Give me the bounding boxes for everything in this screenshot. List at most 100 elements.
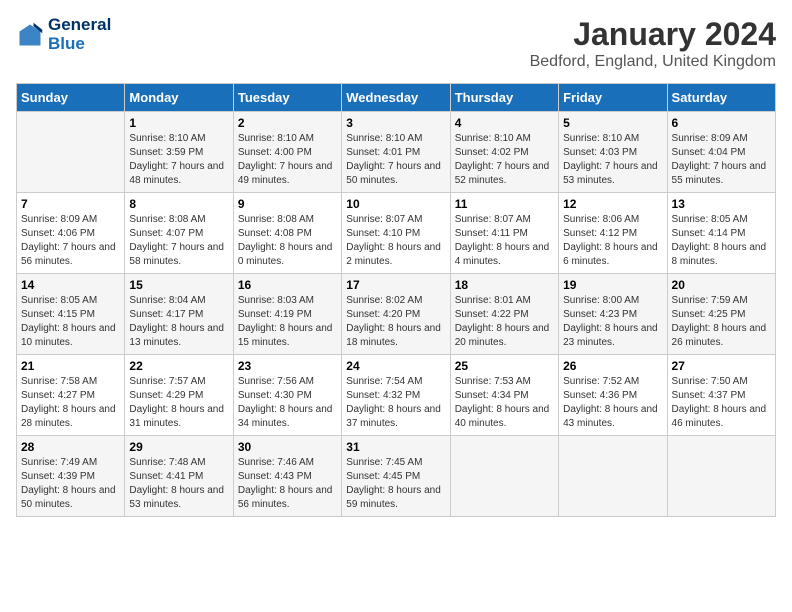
title-section: January 2024 Bedford, England, United Ki… [530, 16, 776, 71]
day-number: 10 [346, 197, 445, 211]
day-info: Sunrise: 8:06 AMSunset: 4:12 PMDaylight:… [563, 213, 662, 269]
calendar-cell [17, 112, 125, 193]
day-number: 25 [455, 359, 554, 373]
day-info: Sunrise: 7:57 AMSunset: 4:29 PMDaylight:… [129, 375, 228, 431]
day-number: 19 [563, 278, 662, 292]
day-number: 8 [129, 197, 228, 211]
calendar-cell: 16 Sunrise: 8:03 AMSunset: 4:19 PMDaylig… [233, 274, 341, 355]
day-number: 12 [563, 197, 662, 211]
calendar-cell: 15 Sunrise: 8:04 AMSunset: 4:17 PMDaylig… [125, 274, 233, 355]
logo: General Blue [16, 16, 111, 53]
day-number: 27 [672, 359, 771, 373]
day-info: Sunrise: 8:05 AMSunset: 4:15 PMDaylight:… [21, 294, 120, 350]
day-number: 1 [129, 116, 228, 130]
calendar-cell: 6 Sunrise: 8:09 AMSunset: 4:04 PMDayligh… [667, 112, 775, 193]
calendar-week-row: 21 Sunrise: 7:58 AMSunset: 4:27 PMDaylig… [17, 355, 776, 436]
day-header-tuesday: Tuesday [233, 84, 341, 112]
day-number: 3 [346, 116, 445, 130]
day-header-monday: Monday [125, 84, 233, 112]
day-info: Sunrise: 8:05 AMSunset: 4:14 PMDaylight:… [672, 213, 771, 269]
day-info: Sunrise: 8:09 AMSunset: 4:06 PMDaylight:… [21, 213, 120, 269]
day-header-saturday: Saturday [667, 84, 775, 112]
calendar-cell: 17 Sunrise: 8:02 AMSunset: 4:20 PMDaylig… [342, 274, 450, 355]
calendar-cell [667, 436, 775, 517]
day-info: Sunrise: 8:03 AMSunset: 4:19 PMDaylight:… [238, 294, 337, 350]
day-info: Sunrise: 8:10 AMSunset: 3:59 PMDaylight:… [129, 132, 228, 188]
calendar-table: SundayMondayTuesdayWednesdayThursdayFrid… [16, 83, 776, 517]
calendar-week-row: 7 Sunrise: 8:09 AMSunset: 4:06 PMDayligh… [17, 193, 776, 274]
day-info: Sunrise: 7:53 AMSunset: 4:34 PMDaylight:… [455, 375, 554, 431]
location-title: Bedford, England, United Kingdom [530, 53, 776, 71]
day-info: Sunrise: 8:07 AMSunset: 4:10 PMDaylight:… [346, 213, 445, 269]
day-number: 13 [672, 197, 771, 211]
calendar-cell: 24 Sunrise: 7:54 AMSunset: 4:32 PMDaylig… [342, 355, 450, 436]
day-info: Sunrise: 7:58 AMSunset: 4:27 PMDaylight:… [21, 375, 120, 431]
day-info: Sunrise: 7:48 AMSunset: 4:41 PMDaylight:… [129, 456, 228, 512]
page-header: General Blue January 2024 Bedford, Engla… [16, 16, 776, 71]
logo-icon [16, 21, 44, 49]
day-info: Sunrise: 7:54 AMSunset: 4:32 PMDaylight:… [346, 375, 445, 431]
calendar-cell: 29 Sunrise: 7:48 AMSunset: 4:41 PMDaylig… [125, 436, 233, 517]
day-info: Sunrise: 7:45 AMSunset: 4:45 PMDaylight:… [346, 456, 445, 512]
day-number: 26 [563, 359, 662, 373]
logo-text: General Blue [48, 16, 111, 53]
day-number: 30 [238, 440, 337, 454]
calendar-cell [559, 436, 667, 517]
day-info: Sunrise: 7:56 AMSunset: 4:30 PMDaylight:… [238, 375, 337, 431]
day-number: 21 [21, 359, 120, 373]
calendar-cell: 3 Sunrise: 8:10 AMSunset: 4:01 PMDayligh… [342, 112, 450, 193]
day-info: Sunrise: 7:49 AMSunset: 4:39 PMDaylight:… [21, 456, 120, 512]
day-info: Sunrise: 8:00 AMSunset: 4:23 PMDaylight:… [563, 294, 662, 350]
calendar-cell: 5 Sunrise: 8:10 AMSunset: 4:03 PMDayligh… [559, 112, 667, 193]
day-number: 11 [455, 197, 554, 211]
day-number: 7 [21, 197, 120, 211]
day-number: 2 [238, 116, 337, 130]
day-number: 9 [238, 197, 337, 211]
day-number: 23 [238, 359, 337, 373]
day-number: 5 [563, 116, 662, 130]
day-header-sunday: Sunday [17, 84, 125, 112]
calendar-cell: 2 Sunrise: 8:10 AMSunset: 4:00 PMDayligh… [233, 112, 341, 193]
calendar-cell: 7 Sunrise: 8:09 AMSunset: 4:06 PMDayligh… [17, 193, 125, 274]
day-number: 17 [346, 278, 445, 292]
day-number: 31 [346, 440, 445, 454]
day-number: 20 [672, 278, 771, 292]
day-info: Sunrise: 8:10 AMSunset: 4:01 PMDaylight:… [346, 132, 445, 188]
calendar-cell: 18 Sunrise: 8:01 AMSunset: 4:22 PMDaylig… [450, 274, 558, 355]
day-number: 24 [346, 359, 445, 373]
month-title: January 2024 [530, 16, 776, 53]
calendar-cell: 27 Sunrise: 7:50 AMSunset: 4:37 PMDaylig… [667, 355, 775, 436]
day-header-wednesday: Wednesday [342, 84, 450, 112]
calendar-cell: 14 Sunrise: 8:05 AMSunset: 4:15 PMDaylig… [17, 274, 125, 355]
day-info: Sunrise: 8:01 AMSunset: 4:22 PMDaylight:… [455, 294, 554, 350]
day-info: Sunrise: 8:04 AMSunset: 4:17 PMDaylight:… [129, 294, 228, 350]
day-info: Sunrise: 8:10 AMSunset: 4:02 PMDaylight:… [455, 132, 554, 188]
calendar-week-row: 28 Sunrise: 7:49 AMSunset: 4:39 PMDaylig… [17, 436, 776, 517]
day-number: 4 [455, 116, 554, 130]
calendar-cell [450, 436, 558, 517]
calendar-week-row: 14 Sunrise: 8:05 AMSunset: 4:15 PMDaylig… [17, 274, 776, 355]
calendar-cell: 30 Sunrise: 7:46 AMSunset: 4:43 PMDaylig… [233, 436, 341, 517]
day-info: Sunrise: 7:59 AMSunset: 4:25 PMDaylight:… [672, 294, 771, 350]
day-number: 22 [129, 359, 228, 373]
day-info: Sunrise: 8:08 AMSunset: 4:07 PMDaylight:… [129, 213, 228, 269]
calendar-cell: 25 Sunrise: 7:53 AMSunset: 4:34 PMDaylig… [450, 355, 558, 436]
calendar-cell: 19 Sunrise: 8:00 AMSunset: 4:23 PMDaylig… [559, 274, 667, 355]
calendar-cell: 22 Sunrise: 7:57 AMSunset: 4:29 PMDaylig… [125, 355, 233, 436]
calendar-cell: 21 Sunrise: 7:58 AMSunset: 4:27 PMDaylig… [17, 355, 125, 436]
day-number: 28 [21, 440, 120, 454]
calendar-cell: 20 Sunrise: 7:59 AMSunset: 4:25 PMDaylig… [667, 274, 775, 355]
day-number: 14 [21, 278, 120, 292]
calendar-cell: 11 Sunrise: 8:07 AMSunset: 4:11 PMDaylig… [450, 193, 558, 274]
day-info: Sunrise: 8:02 AMSunset: 4:20 PMDaylight:… [346, 294, 445, 350]
calendar-cell: 12 Sunrise: 8:06 AMSunset: 4:12 PMDaylig… [559, 193, 667, 274]
day-header-friday: Friday [559, 84, 667, 112]
day-info: Sunrise: 7:50 AMSunset: 4:37 PMDaylight:… [672, 375, 771, 431]
calendar-cell: 1 Sunrise: 8:10 AMSunset: 3:59 PMDayligh… [125, 112, 233, 193]
calendar-week-row: 1 Sunrise: 8:10 AMSunset: 3:59 PMDayligh… [17, 112, 776, 193]
day-number: 6 [672, 116, 771, 130]
day-info: Sunrise: 7:52 AMSunset: 4:36 PMDaylight:… [563, 375, 662, 431]
calendar-cell: 9 Sunrise: 8:08 AMSunset: 4:08 PMDayligh… [233, 193, 341, 274]
day-number: 15 [129, 278, 228, 292]
calendar-cell: 26 Sunrise: 7:52 AMSunset: 4:36 PMDaylig… [559, 355, 667, 436]
